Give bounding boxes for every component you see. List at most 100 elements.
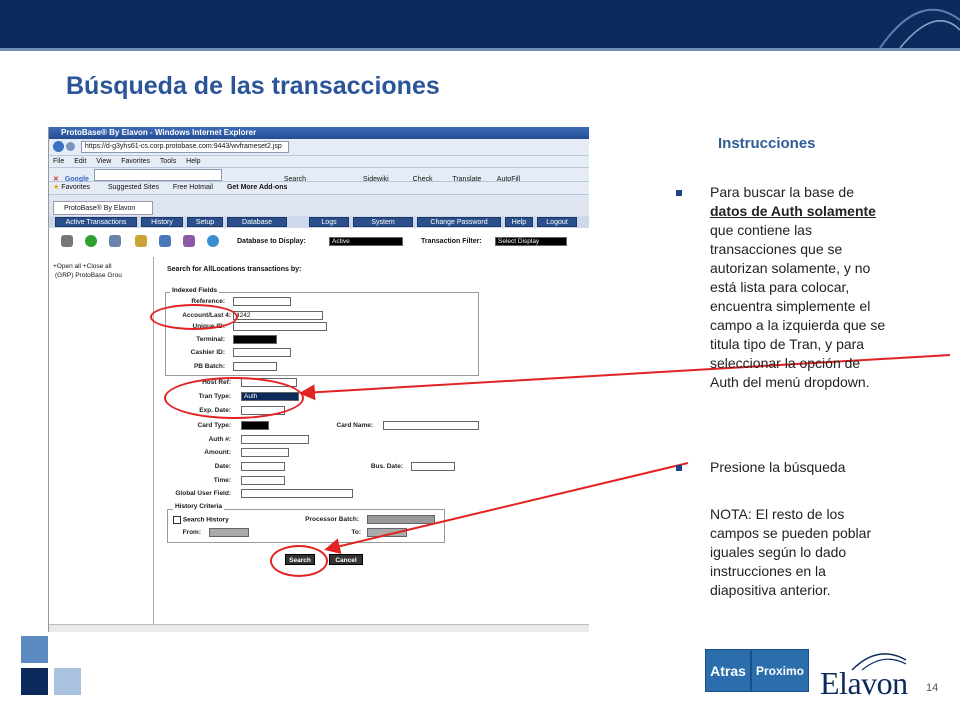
free-hotmail-link[interactable]: Free Hotmail xyxy=(173,184,213,191)
nav-logout[interactable]: Logout xyxy=(537,217,577,227)
tab-row: ProtoBase® By Elavon xyxy=(49,195,589,216)
favorites-button[interactable]: Favorites xyxy=(61,184,90,191)
browser-tab[interactable]: ProtoBase® By Elavon xyxy=(53,201,153,215)
decor-square-1 xyxy=(21,636,48,663)
banner-arc-graphic xyxy=(879,8,960,48)
reference-input[interactable] xyxy=(233,297,291,306)
page-number: 14 xyxy=(926,682,939,694)
from-select[interactable] xyxy=(209,528,249,537)
star-icon: ★ xyxy=(53,184,60,191)
instruction-bullet-1: Para buscar la base de datos de Auth sol… xyxy=(710,183,890,392)
top-banner xyxy=(0,0,960,48)
db-display-label: Database to Display: xyxy=(237,238,306,245)
nav-database[interactable]: Database xyxy=(227,217,287,227)
nav-change-password[interactable]: Change Password xyxy=(417,217,501,227)
transaction-filter-label: Transaction Filter: xyxy=(421,238,482,245)
search-toolbar: ✕ Google Search Sidewiki Check Translate… xyxy=(49,168,589,183)
unique-id-input[interactable] xyxy=(233,322,327,331)
nav-active-transactions[interactable]: Active Transactions xyxy=(55,217,137,227)
copy-icon[interactable] xyxy=(109,235,121,247)
cashier-input[interactable] xyxy=(233,348,291,357)
forward-icon[interactable] xyxy=(65,142,75,151)
indexed-fields-legend: Indexed Fields xyxy=(170,287,220,294)
nav-logs[interactable]: Logs xyxy=(309,217,349,227)
history-criteria-legend: History Criteria xyxy=(173,503,224,510)
money-bag-icon[interactable] xyxy=(135,235,147,247)
date-input[interactable] xyxy=(241,462,285,471)
open-all-link[interactable]: +Open all xyxy=(53,263,81,270)
pb-batch-input[interactable] xyxy=(233,362,277,371)
pb-batch-label: PB Batch: xyxy=(193,363,225,370)
get-add-ons-link[interactable]: Get More Add-ons xyxy=(227,184,287,191)
chart-icon[interactable] xyxy=(183,235,195,247)
processor-batch-label: Processor Batch: xyxy=(305,516,359,523)
instruction-bullet-2: Presione la búsqueda xyxy=(710,459,846,475)
address-input[interactable]: https://d-g3yhs61-cs.corp.protobase.com:… xyxy=(80,141,289,154)
date-label: Date: xyxy=(214,463,231,470)
horizontal-scrollbar[interactable] xyxy=(49,624,589,632)
cancel-button[interactable]: Cancel xyxy=(329,554,363,565)
elavon-logo: Elavon xyxy=(820,665,908,701)
processor-batch-input[interactable] xyxy=(367,515,435,524)
tree-open-close: +Open all +Close all xyxy=(53,263,112,270)
next-button[interactable]: Proximo xyxy=(751,649,809,692)
terminal-select[interactable] xyxy=(233,335,277,344)
instructions-heading: Instrucciones xyxy=(718,135,816,152)
search-history-option[interactable]: Search History xyxy=(173,516,229,524)
from-label: From: xyxy=(182,529,201,536)
menu-view[interactable]: View xyxy=(96,158,111,165)
nav-history[interactable]: History xyxy=(141,217,183,227)
cashier-label: Cashier ID: xyxy=(190,349,225,356)
close-all-link[interactable]: +Close all xyxy=(83,263,112,270)
decor-square-3 xyxy=(21,668,48,695)
back-icon[interactable] xyxy=(53,141,64,152)
menu-help[interactable]: Help xyxy=(186,158,200,165)
bullet-square-icon xyxy=(676,465,682,471)
auth-label: Auth #: xyxy=(208,436,231,443)
transaction-filter-select[interactable]: Select Display xyxy=(495,237,567,246)
google-search-input[interactable] xyxy=(93,169,222,181)
menu-favorites[interactable]: Favorites xyxy=(121,158,150,165)
amount-label: Amount: xyxy=(204,449,231,456)
menu-tools[interactable]: Tools xyxy=(160,158,176,165)
nav-setup[interactable]: Setup xyxy=(187,217,223,227)
document-icon[interactable] xyxy=(159,235,171,247)
account-input[interactable]: 4242 xyxy=(233,311,323,320)
check-icon[interactable] xyxy=(85,235,97,247)
app-nav-bar: Active Transactions History Setup Databa… xyxy=(49,216,589,228)
bullet-1-text-post: que contiene las transacciones que se au… xyxy=(710,222,886,390)
to-select[interactable] xyxy=(367,528,407,537)
card-name-input[interactable] xyxy=(383,421,479,430)
glasses-icon[interactable] xyxy=(61,235,73,247)
bus-date-label: Bus. Date: xyxy=(370,463,403,470)
terminal-label: Terminal: xyxy=(196,336,225,343)
checkbox-icon[interactable] xyxy=(173,516,181,524)
global-user-input[interactable] xyxy=(241,489,353,498)
to-label: To: xyxy=(351,529,361,536)
banner-divider xyxy=(0,48,960,51)
time-input[interactable] xyxy=(241,476,285,485)
menu-file[interactable]: File xyxy=(53,158,64,165)
refresh-icon[interactable] xyxy=(207,235,219,247)
bus-date-input[interactable] xyxy=(411,462,455,471)
time-label: Time: xyxy=(213,477,231,484)
favorites-bar: ★ Favorites Suggested Sites Free Hotmail… xyxy=(49,182,589,195)
back-button[interactable]: Atras xyxy=(705,649,751,692)
menu-edit[interactable]: Edit xyxy=(74,158,86,165)
bullet-1-text-pre: Para buscar la base de xyxy=(710,184,854,200)
instruction-note: NOTA: El resto de los campos se pueden p… xyxy=(710,506,872,598)
tree-panel: +Open all +Close all (GRP) ProtoBase Gro… xyxy=(49,257,154,632)
card-name-label: Card Name: xyxy=(336,422,373,429)
nav-help[interactable]: Help xyxy=(505,217,533,227)
auth-input[interactable] xyxy=(241,435,309,444)
suggested-sites-link[interactable]: Suggested Sites xyxy=(108,184,159,191)
decor-square-2 xyxy=(54,636,81,663)
amount-input[interactable] xyxy=(241,448,289,457)
db-display-select[interactable]: Active xyxy=(329,237,403,246)
global-user-label: Global User Field: xyxy=(175,490,231,497)
bullet-square-icon xyxy=(676,190,682,196)
tree-item[interactable]: (GRP) ProtoBase Grou xyxy=(55,272,122,279)
account-highlight-ring xyxy=(150,304,238,330)
card-type-select[interactable] xyxy=(241,421,269,430)
nav-system[interactable]: System xyxy=(353,217,413,227)
